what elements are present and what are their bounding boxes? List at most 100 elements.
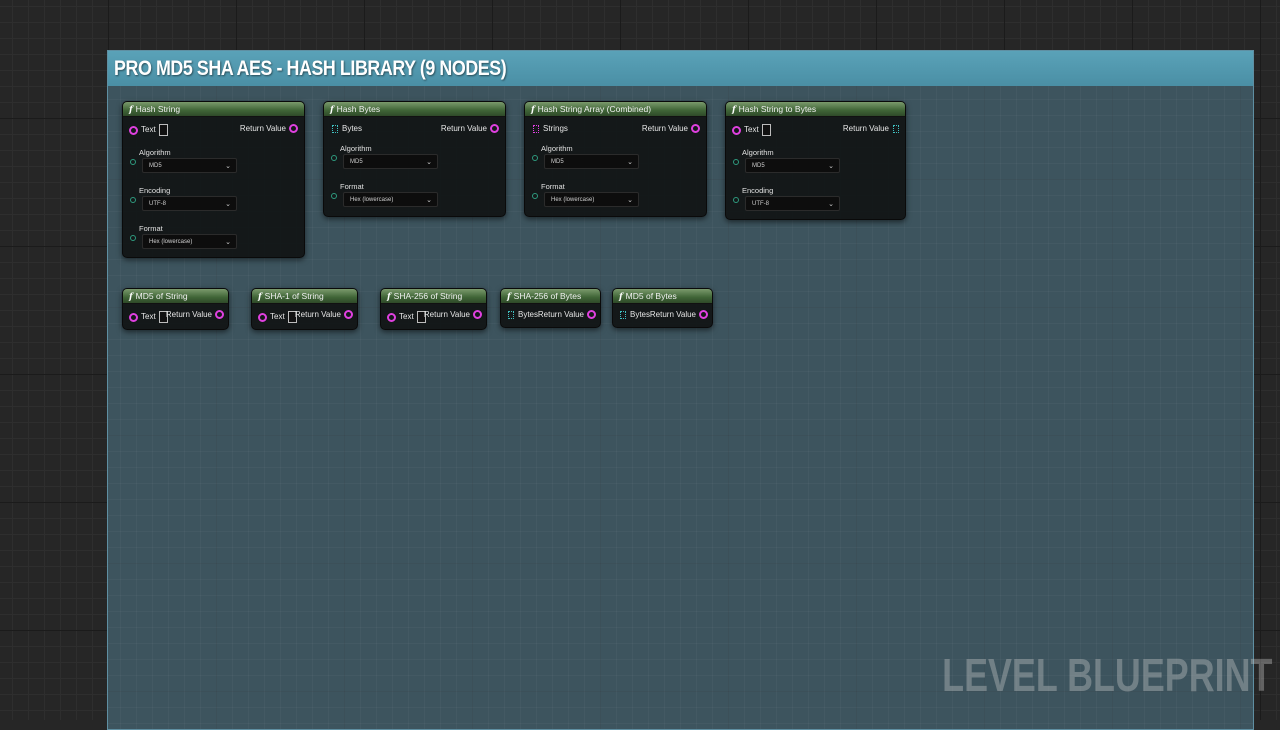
pin-label: Return Value [165, 310, 212, 319]
node-hash-string[interactable]: f Hash String Text Return Value Algorithm… [122, 101, 305, 258]
node-title: MD5 of String [135, 291, 188, 301]
algorithm-dropdown[interactable]: MD5 ⌄ [544, 154, 639, 169]
node-title: SHA-256 of String [393, 291, 463, 301]
node-header[interactable]: f MD5 of String [123, 289, 228, 304]
output-pin-return-value[interactable]: Return Value [240, 124, 298, 134]
enum-pin-icon[interactable] [532, 193, 538, 199]
array-pin-icon[interactable] [893, 124, 899, 133]
dropdown-value: UTF-8 [149, 201, 166, 207]
output-pin-return-value[interactable]: Return Value [843, 124, 899, 134]
string-pin-icon[interactable] [490, 124, 499, 134]
array-pin-icon[interactable] [332, 124, 338, 133]
node-header[interactable]: f SHA-256 of String [381, 289, 486, 304]
input-pin-strings[interactable]: Strings [533, 124, 568, 134]
node-header[interactable]: f SHA-1 of String [252, 289, 357, 304]
text-input-box[interactable] [761, 124, 771, 136]
node-header[interactable]: f Hash Bytes [324, 102, 505, 117]
comment-title[interactable]: PRO MD5 SHA AES - HASH LIBRARY (9 NODES) [108, 51, 1253, 86]
node-sha1-of-string[interactable]: f SHA-1 of String Text Return Value [251, 288, 358, 330]
text-input-box[interactable] [158, 124, 168, 136]
function-icon: f [732, 105, 736, 115]
node-header[interactable]: f MD5 of Bytes [613, 289, 712, 304]
pin-label: Bytes [630, 310, 651, 319]
node-title: Hash Bytes [336, 104, 381, 114]
input-pin-text[interactable]: Text [129, 124, 168, 136]
output-pin-return-value[interactable]: Return Value [424, 310, 482, 320]
node-hash-string-array[interactable]: f Hash String Array (Combined) Strings Re… [524, 101, 707, 217]
node-header[interactable]: f Hash String [123, 102, 304, 117]
encoding-dropdown[interactable]: UTF-8 ⌄ [745, 196, 840, 211]
node-title: SHA-1 of String [264, 291, 324, 301]
format-dropdown[interactable]: Hex (lowercase) ⌄ [544, 192, 639, 207]
enum-pin-icon[interactable] [130, 197, 136, 203]
string-pin-icon[interactable] [587, 310, 596, 320]
output-pin-return-value[interactable]: Return Value [538, 310, 596, 320]
chevron-down-icon: ⌄ [627, 197, 633, 204]
node-header[interactable]: f Hash String Array (Combined) [525, 102, 706, 117]
chevron-down-icon: ⌄ [225, 239, 231, 246]
algorithm-dropdown[interactable]: MD5 ⌄ [343, 154, 438, 169]
function-icon: f [619, 292, 623, 302]
input-pin-text[interactable]: Text [732, 124, 771, 136]
enum-pin-icon[interactable] [733, 159, 739, 165]
enum-pin-icon[interactable] [130, 235, 136, 241]
output-pin-return-value[interactable]: Return Value [295, 310, 353, 320]
encoding-label: Encoding [139, 186, 171, 195]
string-pin-icon[interactable] [691, 124, 700, 134]
node-md5-of-string[interactable]: f MD5 of String Text Return Value [122, 288, 229, 330]
input-pin-text[interactable]: Text [129, 311, 168, 323]
level-blueprint-watermark: LEVEL BLUEPRINT [941, 649, 1272, 701]
array-pin-icon[interactable] [620, 310, 626, 319]
string-pin-icon[interactable] [215, 310, 224, 320]
input-pin-bytes[interactable]: Bytes [332, 124, 362, 134]
string-pin-icon[interactable] [732, 125, 741, 135]
algorithm-dropdown[interactable]: MD5 ⌄ [142, 158, 237, 173]
enum-pin-icon[interactable] [733, 197, 739, 203]
string-pin-icon[interactable] [344, 310, 353, 320]
enum-pin-icon[interactable] [532, 155, 538, 161]
node-hash-bytes[interactable]: f Hash Bytes Bytes Return Value Algorithm… [323, 101, 506, 217]
array-pin-icon[interactable] [533, 124, 539, 133]
pin-label: Bytes [342, 124, 363, 133]
function-icon: f [258, 292, 262, 302]
node-sha256-of-bytes[interactable]: f SHA-256 of Bytes Bytes Return Value [500, 288, 601, 328]
string-pin-icon[interactable] [699, 310, 708, 320]
node-header[interactable]: f Hash String to Bytes [726, 102, 905, 117]
node-hash-string-to-bytes[interactable]: f Hash String to Bytes Text Return Value … [725, 101, 906, 220]
function-icon: f [507, 292, 511, 302]
chevron-down-icon: ⌄ [828, 201, 834, 208]
chevron-down-icon: ⌄ [426, 159, 432, 166]
string-pin-icon[interactable] [289, 124, 298, 134]
input-pin-bytes[interactable]: Bytes [620, 310, 650, 320]
string-pin-icon[interactable] [129, 312, 138, 322]
string-pin-icon[interactable] [473, 310, 482, 320]
string-pin-icon[interactable] [258, 312, 267, 322]
enum-pin-icon[interactable] [331, 155, 337, 161]
encoding-dropdown[interactable]: UTF-8 ⌄ [142, 196, 237, 211]
output-pin-return-value[interactable]: Return Value [642, 124, 700, 134]
algorithm-dropdown[interactable]: MD5 ⌄ [745, 158, 840, 173]
string-pin-icon[interactable] [129, 125, 138, 135]
input-pin-bytes[interactable]: Bytes [508, 310, 538, 320]
format-dropdown[interactable]: Hex (lowercase) ⌄ [142, 234, 237, 249]
enum-pin-icon[interactable] [331, 193, 337, 199]
format-dropdown[interactable]: Hex (lowercase) ⌄ [343, 192, 438, 207]
string-pin-icon[interactable] [387, 312, 396, 322]
function-icon: f [387, 292, 391, 302]
enum-pin-icon[interactable] [130, 159, 136, 165]
pin-label: Strings [543, 124, 568, 133]
node-title: MD5 of Bytes [625, 291, 677, 301]
output-pin-return-value[interactable]: Return Value [166, 310, 224, 320]
array-pin-icon[interactable] [508, 310, 514, 319]
node-sha256-of-string[interactable]: f SHA-256 of String Text Return Value [380, 288, 487, 330]
input-pin-text[interactable]: Text [387, 311, 426, 323]
node-title: Hash String [135, 104, 181, 114]
node-md5-of-bytes[interactable]: f MD5 of Bytes Bytes Return Value [612, 288, 713, 328]
format-label: Format [340, 182, 364, 191]
node-header[interactable]: f SHA-256 of Bytes [501, 289, 600, 304]
input-pin-text[interactable]: Text [258, 311, 297, 323]
output-pin-return-value[interactable]: Return Value [650, 310, 708, 320]
output-pin-return-value[interactable]: Return Value [441, 124, 499, 134]
pin-label: Return Value [537, 310, 584, 319]
pin-label: Text [270, 312, 285, 322]
